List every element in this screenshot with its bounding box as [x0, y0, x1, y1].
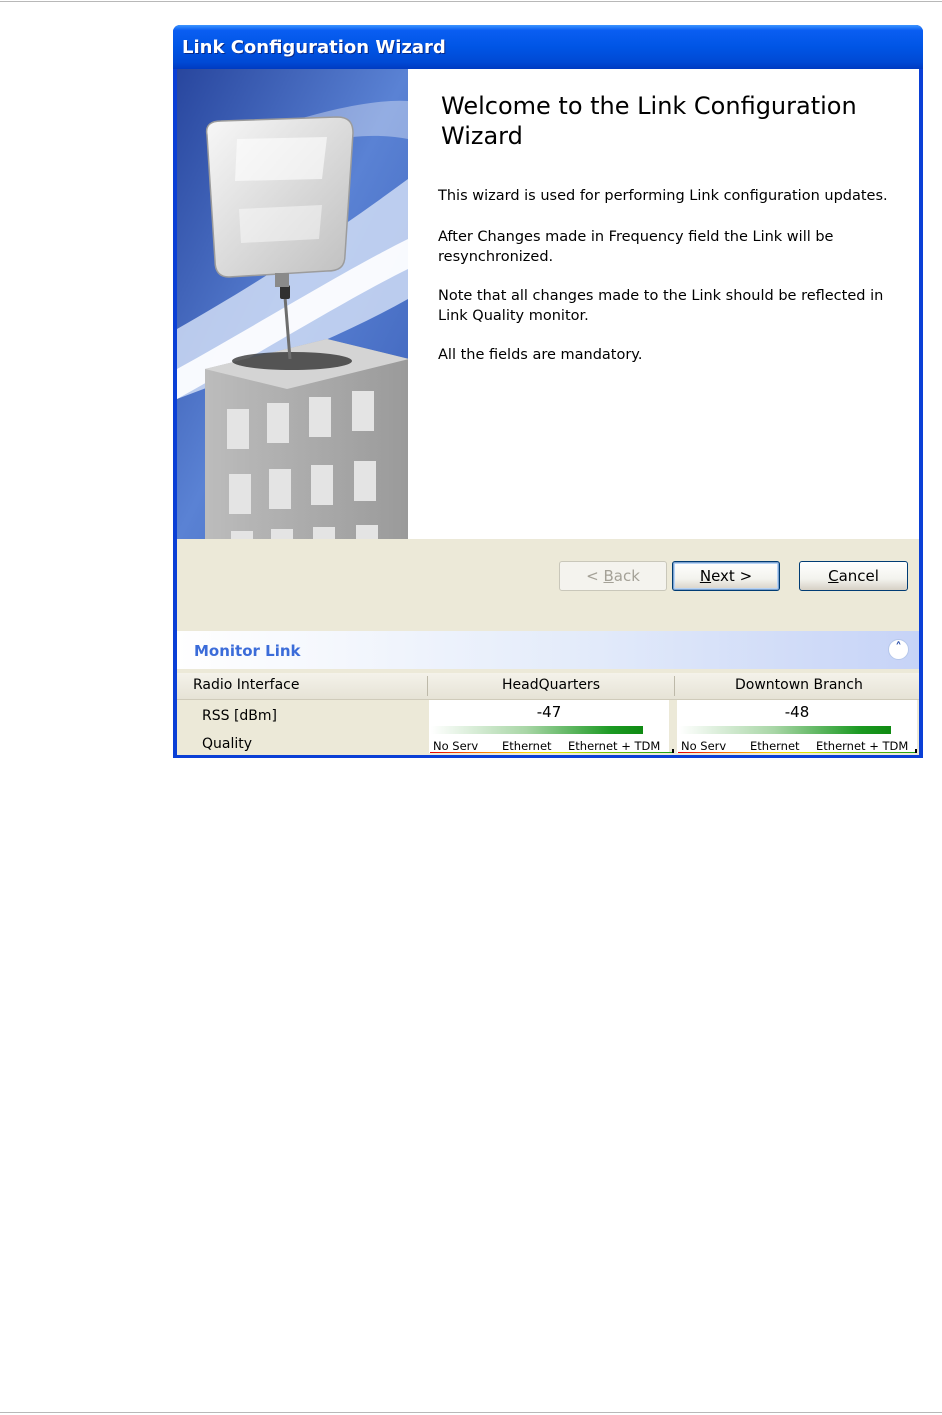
column-downtown-branch: Downtown Branch — [735, 677, 863, 693]
page-bottom-rule — [0, 1412, 942, 1413]
quality-label-ethernet: Ethernet — [502, 739, 552, 753]
downtown-rss-bar — [679, 726, 891, 734]
monitor-link-header[interactable]: Monitor Link ˄ — [177, 631, 919, 669]
downtown-branch-panel: -48 No Serv Ethernet Ethernet + TDM — [677, 700, 917, 755]
wizard-illustration — [177, 69, 408, 539]
quality-label-ethernet-tdm: Ethernet + TDM — [816, 739, 909, 753]
monitor-link-title: Monitor Link — [194, 642, 301, 660]
welcome-paragraph-monitor: Note that all changes made to the Link s… — [438, 288, 884, 324]
wizard-client-area: Welcome to the Link Configuration Wizard… — [177, 69, 919, 755]
column-headquarters: HeadQuarters — [502, 677, 600, 693]
next-button[interactable]: Next > — [672, 561, 780, 591]
quality-label-ethernet: Ethernet — [750, 739, 800, 753]
headquarters-rss-bar — [431, 726, 643, 734]
welcome-paragraph-mandatory: All the fields are mandatory. — [438, 347, 643, 363]
headquarters-panel: -47 No Serv Ethernet Ethernet + TDM — [429, 700, 674, 755]
welcome-heading: Welcome to the Link Configuration Wizard — [441, 92, 857, 150]
antenna-building-illustration — [177, 69, 408, 539]
title-bar[interactable]: Link Configuration Wizard — [173, 25, 923, 69]
column-separator — [427, 676, 428, 696]
row-label-rss: RSS [dBm] — [202, 708, 278, 724]
welcome-content: Welcome to the Link Configuration Wizard… — [408, 69, 919, 539]
monitor-grid-header: Radio Interface HeadQuarters Downtown Br… — [177, 673, 919, 700]
column-radio-interface: Radio Interface — [193, 677, 300, 693]
quality-label-no-serv: No Serv — [433, 739, 479, 753]
back-button[interactable]: < Back — [559, 561, 667, 591]
row-label-quality: Quality — [202, 736, 253, 752]
quality-label-ethernet-tdm: Ethernet + TDM — [568, 739, 661, 753]
wizard-button-bar: < Back Next > Cancel — [177, 539, 919, 631]
wizard-window: Link Configuration Wizard Welcome to the… — [173, 25, 923, 758]
double-chevron-up-icon[interactable]: ˄ — [888, 639, 909, 660]
welcome-paragraph-purpose: This wizard is used for performing Link … — [438, 188, 888, 204]
column-separator — [674, 676, 675, 696]
welcome-paragraph-resync: After Changes made in Frequency field th… — [438, 229, 834, 265]
headquarters-rss-value: -47 — [536, 703, 562, 721]
window-title: Link Configuration Wizard — [182, 37, 446, 58]
downtown-rss-value: -48 — [784, 703, 810, 721]
monitor-row-labels: RSS [dBm] Quality — [177, 700, 427, 755]
monitor-bottom-border — [177, 753, 919, 755]
quality-label-no-serv: No Serv — [681, 739, 727, 753]
cancel-button[interactable]: Cancel — [799, 561, 908, 591]
page-top-rule — [0, 1, 942, 2]
